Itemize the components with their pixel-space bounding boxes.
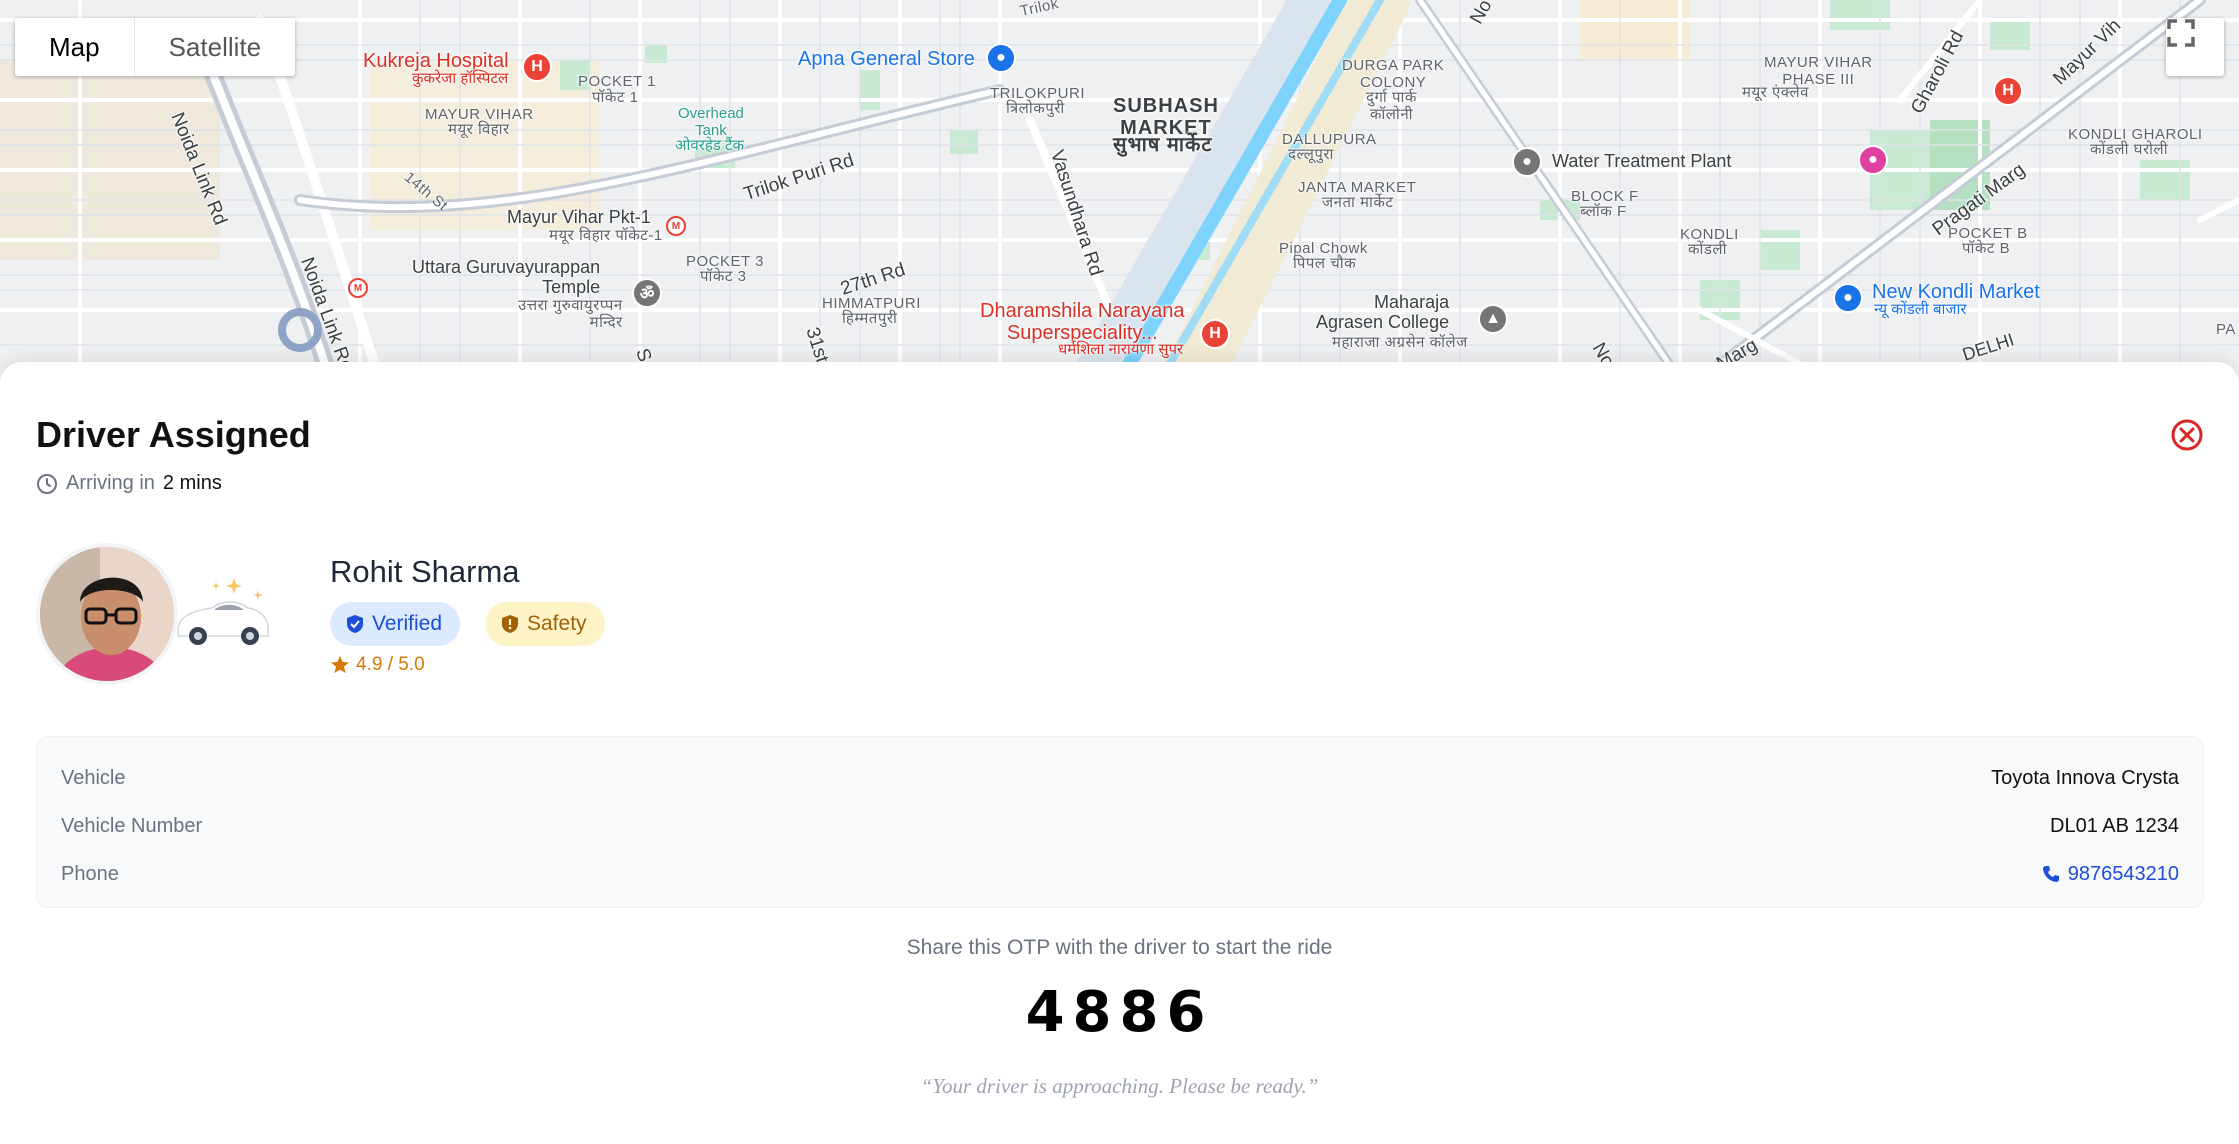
hotel-icon[interactable]: ● [1858, 145, 1888, 175]
map-label-pipal-chowk-hi: पिपल चौक [1293, 255, 1357, 272]
map-type-toggle: Map Satellite [15, 18, 296, 76]
phone-link[interactable]: 9876543210 [2042, 863, 2179, 886]
fullscreen-icon [2167, 19, 2195, 47]
map-label-dharamshila[interactable]: Dharamshila Narayana Superspeciality... [980, 300, 1185, 344]
map-label-uttara-temple[interactable]: Uttara Guruvayurappan Temple [412, 257, 600, 298]
detail-label: Phone [61, 862, 119, 885]
map-label-mayur-vihar-3-hi: मयूर एंक्लेव [1742, 84, 1809, 101]
verified-badge: Verified [330, 602, 461, 646]
detail-label: Vehicle Number [61, 814, 203, 837]
driver-name: Rohit Sharma [330, 554, 520, 589]
map-label-pocket-b-hi: पॉकेट B [1962, 240, 2011, 257]
map-label-subhash-market-hi: सुभाष मार्केट [1113, 134, 1213, 156]
shield-alert-icon [502, 615, 518, 633]
metro-station-icon[interactable]: M [666, 216, 686, 236]
map-label-apna-store[interactable]: Apna General Store [798, 48, 975, 70]
phone-icon [2042, 866, 2059, 882]
map-view[interactable]: Kukreja Hospital कुकरेजा हॉस्पिटल H MAYU… [0, 0, 2239, 380]
detail-label: Vehicle [61, 766, 126, 789]
sheet-title: Driver Assigned [36, 414, 311, 455]
map-type-satellite-button[interactable]: Satellite [135, 18, 296, 76]
close-icon[interactable] [2170, 418, 2204, 452]
map-label-kondli-gharoli-hi: कोंडली घरोली [2090, 141, 2169, 158]
shopping-bag-icon[interactable]: ● [986, 43, 1016, 73]
map-type-map-button[interactable]: Map [15, 18, 134, 76]
map-label-overhead-tank: Overhead Tank [678, 105, 744, 139]
clock-icon [37, 473, 57, 494]
otp-code: 4886 [1025, 980, 1214, 1045]
map-label-new-kondli-hi: न्यू कोंडली बाजार [1874, 301, 1967, 318]
water-plant-icon[interactable]: ● [1512, 147, 1542, 177]
school-icon[interactable]: ▲ [1478, 304, 1508, 334]
metro-station-icon[interactable]: M [348, 278, 368, 298]
vehicle-details-card: Vehicle Toyota Innova Crysta Vehicle Num… [36, 736, 2204, 908]
detail-row-vehicle: Vehicle Toyota Innova Crysta [61, 763, 2179, 793]
map-label-durga-park-hi: दुर्गा पार्क कॉलोनी [1366, 89, 1417, 123]
driver-sheet: Driver Assigned Arriving in 2 mins Rohit… [0, 362, 2239, 1144]
status-quote: “Your driver is approaching. Please be r… [920, 1074, 1319, 1098]
safety-label: Safety [527, 612, 587, 635]
map-label-durga-park: DURGA PARK COLONY [1342, 57, 1445, 91]
map-label-janta-market-hi: जनता मार्केट [1322, 194, 1394, 211]
map-label-pocket1-hi: पॉकेट 1 [592, 89, 639, 106]
temple-icon[interactable]: ॐ [632, 278, 662, 308]
map-label-maharaja[interactable]: Maharaja Agrasen College [1316, 292, 1449, 333]
map-label-subhash-market: SUBHASH MARKET [1113, 95, 1219, 139]
rating-value: 4.9 / 5.0 [356, 654, 425, 675]
map-label-mv-pkt1-hi: मयूर विहार पॉकेट-1 [549, 227, 663, 244]
eta-row: Arriving in 2 mins [36, 472, 222, 495]
shield-check-icon [347, 615, 363, 633]
detail-value: DL01 AB 1234 [2050, 814, 2179, 837]
map-label-mayur-vihar-hi: मयूर विहार [448, 121, 510, 138]
otp-instruction: Share this OTP with the driver to start … [906, 936, 1333, 959]
map-label-block-f-hi: ब्लॉक F [1580, 203, 1627, 220]
detail-value: Toyota Innova Crysta [1991, 766, 2179, 789]
map-label-trilokpuri-hi: त्रिलोकपुरी [1006, 100, 1065, 117]
map-label-pocket3-hi: पॉकेट 3 [700, 268, 747, 285]
car-icon [177, 578, 269, 645]
map-label-dallupura-hi: दल्लूपुरा [1288, 146, 1334, 163]
driver-rating: 4.9 / 5.0 [330, 654, 425, 676]
driver-avatar [36, 543, 178, 685]
driver-photo [40, 547, 174, 681]
detail-row-phone: Phone 9876543210 [61, 859, 2179, 889]
eta-value: 2 mins [162, 472, 222, 494]
phone-number[interactable]: 9876543210 [2068, 863, 2179, 886]
map-label-mv-pkt1[interactable]: Mayur Vihar Pkt-1 [507, 207, 651, 228]
map-label-water-plant[interactable]: Water Treatment Plant [1552, 151, 1731, 172]
detail-row-vehicle-number: Vehicle Number DL01 AB 1234 [61, 811, 2179, 841]
hospital-icon[interactable]: H [1993, 76, 2023, 106]
map-label-dharamshila-hi: धर्मशिला नारायणा सुपर [1058, 341, 1184, 358]
map-label-kukreja-hi: कुकरेजा हॉस्पिटल [412, 70, 509, 87]
hospital-icon[interactable]: H [522, 52, 552, 82]
map-label-maharaja-hi: महाराजा अग्रसेन कॉलेज [1332, 334, 1468, 351]
map-label-kondli-hi: कोंडली [1688, 241, 1727, 258]
verified-label: Verified [372, 612, 443, 635]
star-icon [331, 656, 349, 673]
map-label-overhead-tank-hi: ओवरहेड टैंक [675, 137, 745, 154]
map-label-new-kondli[interactable]: New Kondli Market [1872, 281, 2040, 303]
hospital-icon[interactable]: H [1200, 319, 1230, 349]
eta-prefix: Arriving in [66, 472, 155, 494]
shopping-cart-icon[interactable]: ● [1833, 283, 1863, 313]
map-label-himmatpuri-hi: हिम्मतपुरी [842, 310, 898, 327]
map-label-pa: PA [2216, 321, 2236, 338]
map-label-kukreja[interactable]: Kukreja Hospital [363, 50, 509, 72]
fullscreen-button[interactable] [2166, 18, 2224, 76]
map-label-uttara-temple-hi: उत्तरा गुरुवायुरप्पन मन्दिर [518, 297, 623, 331]
safety-badge: Safety [485, 602, 605, 646]
